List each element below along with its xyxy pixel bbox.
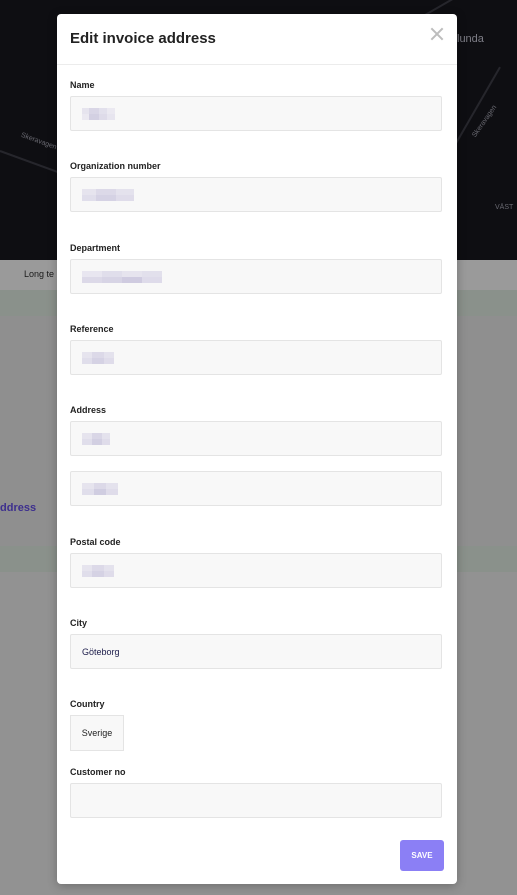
department-input[interactable] <box>70 259 442 294</box>
postal-code-label: Postal code <box>70 537 121 547</box>
reference-input[interactable] <box>70 340 442 375</box>
map-label: Skeravagen <box>19 131 58 152</box>
background-tab: Long te <box>24 269 55 279</box>
edit-invoice-address-modal: Edit invoice address Name Organization n… <box>57 14 457 884</box>
redacted-value <box>82 189 134 202</box>
redacted-value <box>82 483 118 496</box>
background-link: ddress <box>0 502 37 514</box>
postal-code-input[interactable] <box>70 553 442 588</box>
organization-number-input[interactable] <box>70 177 442 212</box>
save-button[interactable]: SAVE <box>400 840 444 871</box>
modal-title: Edit invoice address <box>70 30 216 47</box>
customer-no-input[interactable] <box>70 783 442 818</box>
city-label: City <box>70 618 88 628</box>
name-label: Name <box>70 80 95 90</box>
address-line1-input[interactable] <box>70 421 442 456</box>
country-select[interactable]: Sverige <box>70 715 124 751</box>
reference-label: Reference <box>70 324 114 334</box>
address-line2-input[interactable] <box>70 471 442 506</box>
map-label: lunda <box>457 33 484 45</box>
redacted-value <box>82 565 114 578</box>
organization-number-label: Organization number <box>70 161 161 171</box>
name-input[interactable] <box>70 96 442 131</box>
department-label: Department <box>70 243 121 253</box>
close-icon[interactable] <box>429 26 445 42</box>
redacted-value <box>82 352 114 365</box>
city-input[interactable]: Göteborg <box>70 634 442 669</box>
address-label: Address <box>70 405 107 415</box>
redacted-value <box>82 108 115 121</box>
modal-header: Edit invoice address <box>57 14 457 65</box>
redacted-value <box>82 271 162 284</box>
redacted-value <box>82 433 110 446</box>
customer-no-label: Customer no <box>70 767 126 777</box>
country-label: Country <box>70 699 105 709</box>
map-label: VÄST <box>495 204 514 211</box>
